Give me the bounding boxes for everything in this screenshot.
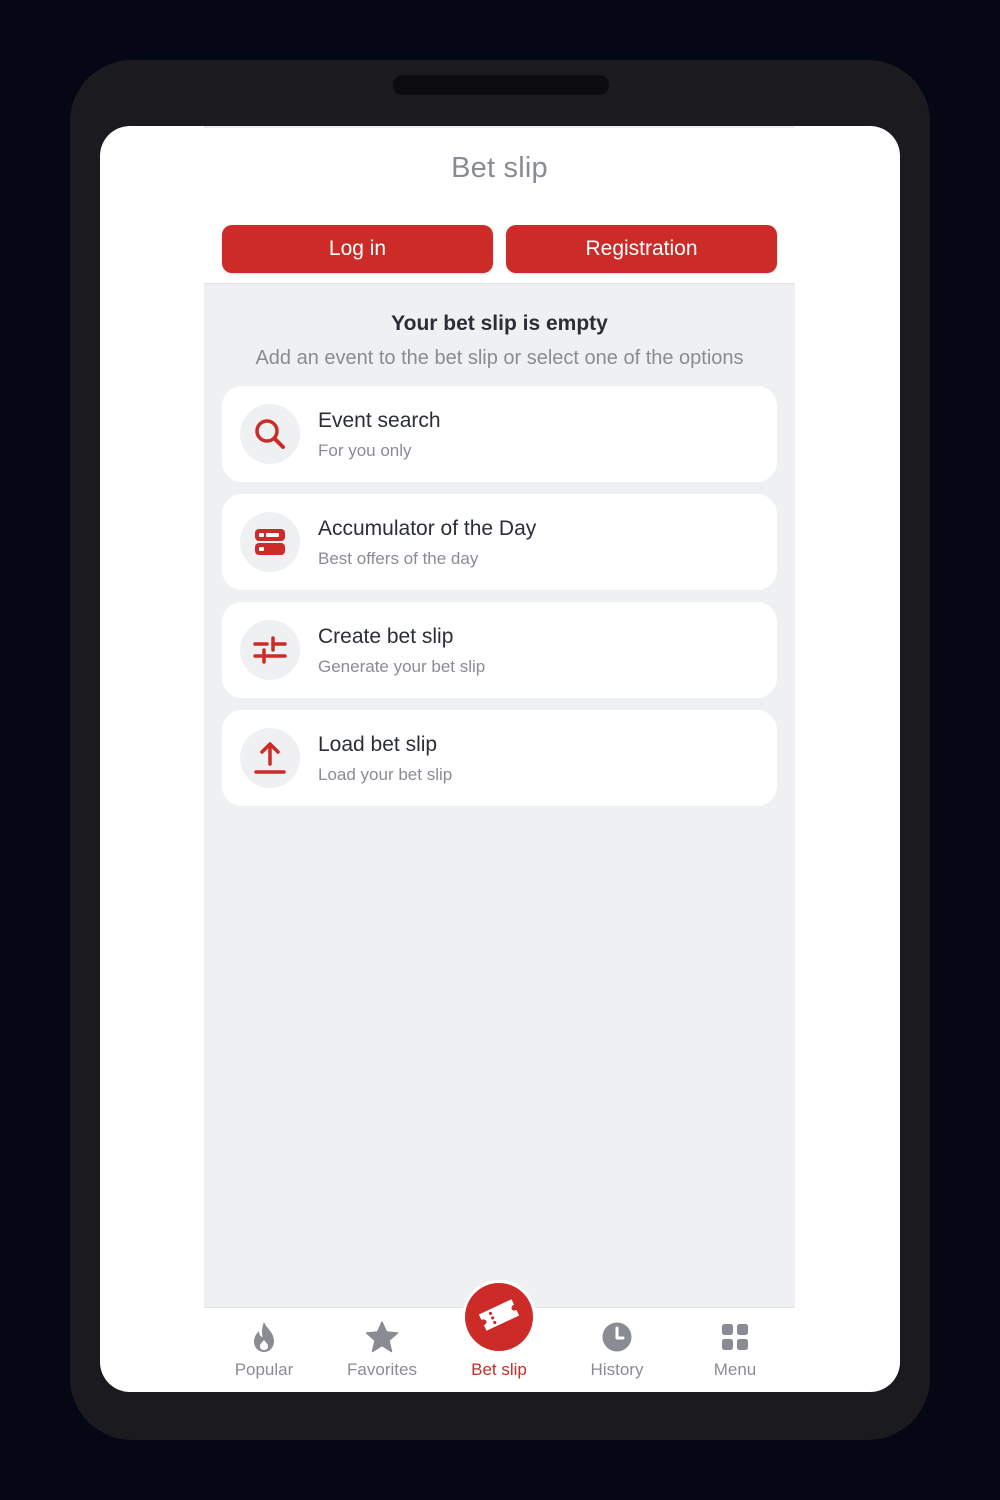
search-icon (240, 404, 300, 464)
app-screen: Bet slip Log in Registration Your bet sl… (100, 126, 900, 1392)
option-subtitle: For you only (318, 441, 412, 460)
sliders-icon (240, 620, 300, 680)
option-title: Create bet slip (318, 625, 454, 648)
accumulator-icon (240, 512, 300, 572)
ticket-icon (477, 1295, 521, 1340)
option-accumulator-of-the-day[interactable]: Accumulator of the Day Best offers of th… (222, 494, 777, 590)
bottom-navigation: Popular Favorites Bet slip History Menu (204, 1283, 795, 1392)
option-event-search[interactable]: Event search For you only (222, 386, 777, 482)
flame-icon (209, 1320, 319, 1354)
option-title: Load bet slip (318, 733, 438, 756)
nav-label: Favorites (347, 1360, 417, 1379)
registration-button[interactable]: Registration (506, 225, 777, 273)
nav-item-menu[interactable]: Menu (680, 1308, 790, 1392)
login-button[interactable]: Log in (222, 225, 493, 273)
page-title: Bet slip (451, 152, 548, 184)
nav-item-popular[interactable]: Popular (209, 1308, 319, 1392)
star-icon (327, 1320, 437, 1354)
nav-item-history[interactable]: History (562, 1308, 672, 1392)
bet-slip-fab[interactable] (465, 1283, 533, 1351)
top-divider (204, 126, 795, 128)
nav-label: Bet slip (471, 1360, 527, 1379)
option-subtitle: Load your bet slip (318, 765, 453, 784)
grid-icon (680, 1320, 790, 1354)
empty-state-title: Your bet slip is empty (391, 312, 608, 335)
app-container: Bet slip Log in Registration Your bet sl… (204, 126, 795, 1392)
nav-label: Popular (234, 1360, 294, 1379)
nav-label: History (590, 1360, 644, 1379)
nav-label: Menu (713, 1360, 757, 1379)
upload-icon (240, 728, 300, 788)
option-create-bet-slip[interactable]: Create bet slip Generate your bet slip (222, 602, 777, 698)
bet-slip-content: Your bet slip is empty Add an event to t… (204, 283, 795, 1308)
option-subtitle: Best offers of the day (318, 549, 479, 568)
option-subtitle: Generate your bet slip (318, 657, 486, 676)
empty-state-subtitle: Add an event to the bet slip or select o… (255, 347, 744, 369)
option-title: Event search (318, 409, 441, 432)
nav-item-favorites[interactable]: Favorites (327, 1308, 437, 1392)
option-load-bet-slip[interactable]: Load bet slip Load your bet slip (222, 710, 777, 806)
device-notch (393, 75, 609, 95)
clock-icon (562, 1320, 672, 1354)
option-title: Accumulator of the Day (318, 517, 537, 540)
